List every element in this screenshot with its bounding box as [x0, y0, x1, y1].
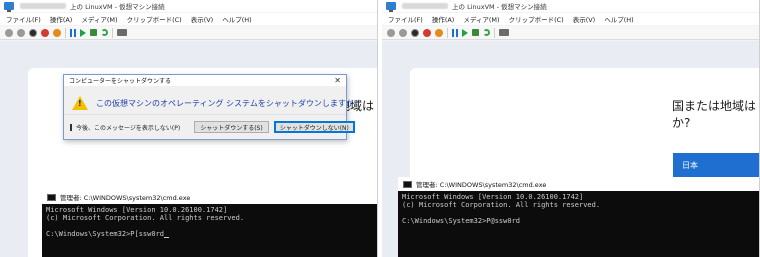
- ctrl-alt-del-icon[interactable]: [5, 28, 13, 37]
- menu-file[interactable]: ファイル(F): [6, 14, 41, 24]
- resume-icon[interactable]: [462, 28, 468, 37]
- cmd-prompt: C:\Windows\System32>P[ssw0rd: [46, 230, 165, 238]
- shutdown-icon[interactable]: [41, 28, 49, 37]
- save-state-icon[interactable]: [53, 28, 61, 37]
- cmd-title-bar: 管理者: C:\WINDOWS\system32\cmd.exe: [42, 190, 377, 204]
- menu-media[interactable]: メディア(M): [463, 14, 499, 24]
- ctrl-alt-del-icon[interactable]: [387, 28, 395, 37]
- start-icon[interactable]: [17, 28, 25, 37]
- cmd-icon: [403, 180, 412, 188]
- dialog-title: コンピューターをシャットダウンする: [69, 78, 172, 85]
- cmd-window[interactable]: 管理者: C:\WINDOWS\system32\cmd.exe Microso…: [398, 177, 759, 257]
- cmd-line: (c) Microsoft Corporation. All rights re…: [402, 201, 601, 209]
- cmd-prompt-line[interactable]: C:\Windows\System32>P[ssw0rd: [46, 230, 377, 238]
- window-title: 上の LinuxVM - 仮想マシン接続: [70, 3, 165, 11]
- cmd-line: Microsoft Windows [Version 10.0.26100.17…: [402, 193, 584, 201]
- enhanced-session-icon[interactable]: [117, 29, 127, 36]
- enhanced-session-icon[interactable]: [499, 29, 509, 36]
- vm-window-left: 上の LinuxVM - 仮想マシン接続 ファイル(F) 操作(A) メディア(…: [0, 0, 378, 257]
- menu-help[interactable]: ヘルプ(H): [604, 14, 633, 24]
- checkpoint-icon[interactable]: [472, 29, 479, 36]
- checkpoint-icon[interactable]: [90, 29, 97, 36]
- cmd-line: [402, 209, 756, 217]
- dialog-body: ! この仮想マシンのオペレーティング システムをシャットダウンしますか?: [64, 86, 358, 114]
- cmd-output: Microsoft Windows [Version 10.0.26100.17…: [42, 204, 377, 240]
- cmd-title: 管理者: C:\WINDOWS\system32\cmd.exe: [60, 194, 191, 202]
- vm-window-right: 上の LinuxVM - 仮想マシン接続 ファイル(F) 操作(A) メディア(…: [382, 0, 760, 257]
- menu-clipboard[interactable]: クリップボード(C): [127, 14, 182, 24]
- cmd-prompt-line[interactable]: C:\Windows\System32>P@ssw0rd: [402, 217, 756, 225]
- start-icon[interactable]: [399, 28, 407, 37]
- cmd-window[interactable]: 管理者: C:\WINDOWS\system32\cmd.exe Microso…: [42, 190, 377, 257]
- turn-off-icon[interactable]: [411, 28, 419, 37]
- pause-icon[interactable]: [70, 28, 76, 37]
- cmd-prompt: C:\Windows\System32>P@ssw0rd: [402, 217, 521, 225]
- close-icon[interactable]: ✕: [334, 76, 341, 85]
- menu-view[interactable]: 表示(V): [573, 14, 596, 24]
- oobe-heading: 国または地域は か?: [672, 99, 757, 130]
- menu-clipboard[interactable]: クリップボード(C): [509, 14, 564, 24]
- toolbar: [0, 26, 377, 40]
- revert-icon[interactable]: [483, 29, 490, 36]
- turn-off-icon[interactable]: [29, 28, 37, 37]
- menu-bar: ファイル(F) 操作(A) メディア(M) クリップボード(C) 表示(V) ヘ…: [382, 13, 759, 25]
- toolbar-separator: [112, 27, 113, 38]
- menu-bar: ファイル(F) 操作(A) メディア(M) クリップボード(C) 表示(V) ヘ…: [0, 13, 377, 25]
- cmd-line: Microsoft Windows [Version 10.0.26100.17…: [46, 206, 228, 214]
- menu-action[interactable]: 操作(A): [432, 14, 455, 24]
- save-state-icon[interactable]: [435, 28, 443, 37]
- dialog-title-bar: コンピューターをシャットダウンする ✕: [64, 75, 346, 86]
- cursor: [164, 237, 170, 238]
- redacted-host-name: [402, 3, 448, 9]
- menu-help[interactable]: ヘルプ(H): [222, 14, 251, 24]
- dont-show-label[interactable]: 今後、このメッセージを表示しない(P): [76, 123, 180, 132]
- cmd-line: (c) Microsoft Corporation. All rights re…: [46, 214, 245, 222]
- title-bar: 上の LinuxVM - 仮想マシン接続: [382, 0, 759, 12]
- dialog-footer: 今後、このメッセージを表示しない(P) シャットダウンする(S) シャットダウン…: [64, 114, 355, 139]
- cmd-icon: [47, 193, 56, 201]
- revert-icon[interactable]: [101, 29, 108, 36]
- toolbar-separator: [447, 27, 448, 38]
- cmd-title-bar: 管理者: C:\WINDOWS\system32\cmd.exe: [398, 177, 759, 191]
- dialog-message: この仮想マシンのオペレーティング システムをシャットダウンしますか?: [96, 98, 359, 108]
- vm-connect-icon: [4, 2, 14, 12]
- warning-icon: !: [72, 96, 88, 110]
- menu-file[interactable]: ファイル(F): [388, 14, 423, 24]
- menu-media[interactable]: メディア(M): [81, 14, 117, 24]
- resume-icon[interactable]: [80, 28, 86, 37]
- toolbar: [382, 26, 759, 40]
- pause-icon[interactable]: [452, 28, 458, 37]
- toolbar-separator: [494, 27, 495, 38]
- shutdown-button[interactable]: シャットダウンする(S): [194, 121, 269, 133]
- shutdown-dialog: コンピューターをシャットダウンする ✕ ! この仮想マシンのオペレーティング シ…: [63, 74, 358, 140]
- cmd-title: 管理者: C:\WINDOWS\system32\cmd.exe: [416, 181, 547, 189]
- shutdown-icon[interactable]: [423, 28, 431, 37]
- toolbar-separator: [65, 27, 66, 38]
- cmd-line: [46, 222, 377, 230]
- vm-connect-icon: [386, 2, 396, 12]
- redacted-host-name: [20, 3, 66, 9]
- menu-view[interactable]: 表示(V): [191, 14, 214, 24]
- dont-show-checkbox[interactable]: [70, 123, 72, 131]
- dont-shutdown-button[interactable]: シャットダウンしない(N): [273, 121, 355, 133]
- menu-action[interactable]: 操作(A): [50, 14, 73, 24]
- window-title: 上の LinuxVM - 仮想マシン接続: [452, 3, 547, 11]
- title-bar: 上の LinuxVM - 仮想マシン接続: [0, 0, 377, 12]
- cmd-output: Microsoft Windows [Version 10.0.26100.17…: [398, 191, 759, 227]
